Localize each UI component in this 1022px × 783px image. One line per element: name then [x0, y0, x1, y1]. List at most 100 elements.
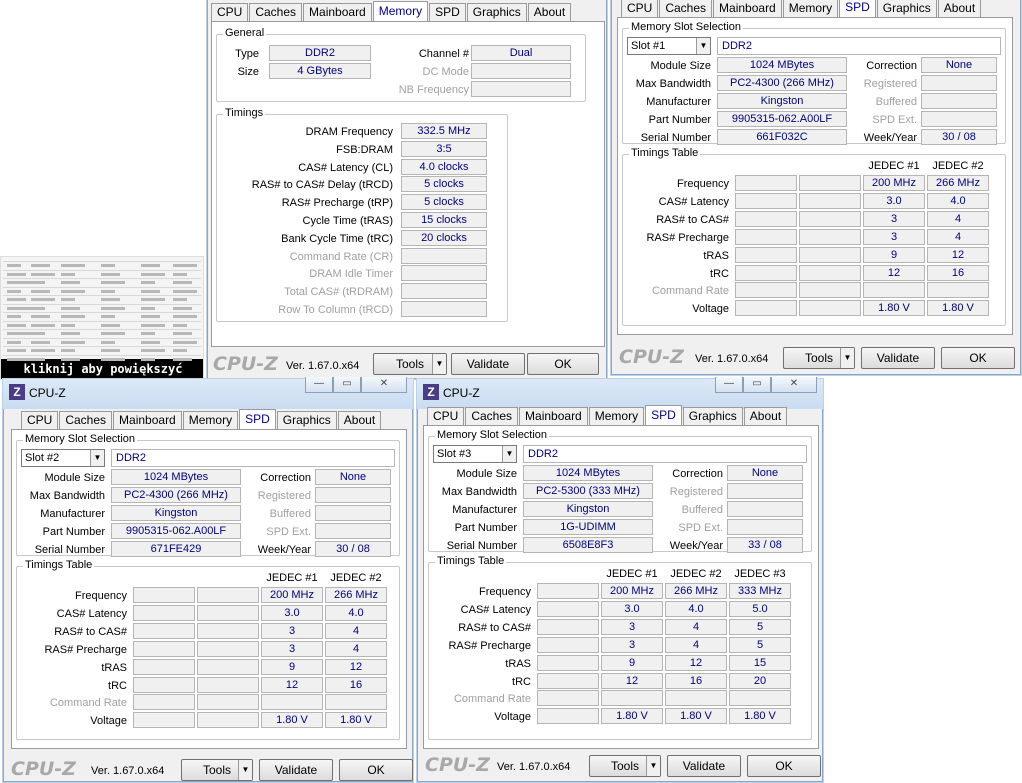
- module-size-label: Module Size: [456, 468, 517, 480]
- tab-graphics[interactable]: Graphics: [466, 3, 527, 21]
- tools-button[interactable]: Tools ▼: [783, 347, 855, 369]
- tab-spd[interactable]: SPD: [429, 3, 466, 21]
- tab-mainboard[interactable]: Mainboard: [519, 407, 588, 425]
- chevron-down-icon[interactable]: ▼: [90, 450, 104, 466]
- timing-value: 4.0 clocks: [401, 158, 487, 175]
- thumbnail-caption[interactable]: kliknij aby powiększyć: [1, 359, 203, 379]
- ok-button[interactable]: OK: [747, 755, 821, 777]
- timing-cell: 1.80 V: [729, 708, 791, 725]
- registered-label: Registered: [257, 490, 311, 502]
- part-number-label: Part Number: [42, 526, 105, 538]
- thumbnail-cell: [31, 315, 50, 318]
- tab-cpu[interactable]: CPU: [427, 407, 465, 425]
- timing-cell: 5: [729, 618, 791, 635]
- tab-caches[interactable]: Caches: [59, 411, 113, 429]
- tools-button[interactable]: Tools ▼: [373, 353, 447, 375]
- chevron-down-icon[interactable]: ▼: [696, 38, 710, 54]
- minimize-button[interactable]: —: [305, 377, 333, 393]
- thumbnail-cell: [141, 357, 155, 361]
- buffered-value: [315, 505, 391, 521]
- slot-select[interactable]: Slot #3 ▼: [433, 445, 517, 463]
- minimize-button[interactable]: —: [715, 377, 743, 393]
- thumbnail-cell: [101, 298, 120, 301]
- tab-about[interactable]: About: [527, 3, 572, 21]
- timing-cell-empty: [537, 618, 599, 635]
- thumbnail-cell: [7, 340, 21, 344]
- timing-cell: 9: [601, 654, 663, 671]
- tab-spd[interactable]: SPD: [239, 409, 276, 429]
- ok-button[interactable]: OK: [941, 347, 1015, 369]
- tab-memory[interactable]: Memory: [782, 0, 839, 17]
- tab-caches[interactable]: Caches: [659, 0, 713, 17]
- registered-label: Registered: [669, 486, 723, 498]
- chevron-down-icon[interactable]: ▼: [646, 756, 660, 776]
- timing-row-label: Frequency: [677, 178, 729, 190]
- tools-button[interactable]: Tools ▼: [181, 759, 253, 781]
- chevron-down-icon[interactable]: ▼: [840, 348, 854, 368]
- validate-button[interactable]: Validate: [667, 755, 741, 777]
- module-size-label: Module Size: [44, 472, 105, 484]
- thumbnail-preview[interactable]: kliknij aby powiększyć: [0, 256, 204, 380]
- close-button[interactable]: ✕: [361, 377, 407, 393]
- thumbnail-row-line: [3, 295, 201, 296]
- jedec-header: JEDEC #2: [932, 160, 984, 172]
- general-group: General Type DDR2 Channel # Dual Size 4 …: [216, 27, 586, 102]
- spd-panel: Memory Slot Selection Slot #1 ▼ DDR2 Module …: [617, 17, 1013, 335]
- tab-spd[interactable]: SPD: [839, 0, 876, 17]
- slot-select[interactable]: Slot #1 ▼: [627, 37, 711, 55]
- timing-value: 5 clocks: [401, 194, 487, 211]
- tab-graphics[interactable]: Graphics: [276, 411, 337, 429]
- tools-label: Tools: [804, 351, 833, 365]
- timing-cell: [325, 694, 387, 711]
- tab-caches[interactable]: Caches: [249, 3, 303, 21]
- close-button[interactable]: ✕: [771, 377, 817, 393]
- validate-button[interactable]: Validate: [861, 347, 935, 369]
- ok-button[interactable]: OK: [527, 353, 599, 375]
- tab-about[interactable]: About: [743, 407, 788, 425]
- slot-select[interactable]: Slot #2 ▼: [21, 449, 105, 467]
- timings-table-group: Timings Table JEDEC #1 JEDEC #2 Frequency 20…: [622, 147, 1006, 326]
- timings-table-group: Timings Table JEDEC #1 JEDEC #2 JEDEC #3 Fre…: [428, 555, 812, 740]
- tab-about[interactable]: About: [337, 411, 382, 429]
- chevron-down-icon[interactable]: ▼: [432, 354, 446, 374]
- chevron-down-icon[interactable]: ▼: [502, 446, 516, 462]
- tab-memory[interactable]: Memory: [588, 407, 645, 425]
- chevron-down-icon[interactable]: ▼: [238, 760, 252, 780]
- tab-graphics[interactable]: Graphics: [682, 407, 743, 425]
- tab-mainboard[interactable]: Mainboard: [113, 411, 182, 429]
- maximize-button[interactable]: ▭: [743, 377, 771, 393]
- timing-row-label: CAS# Latency: [460, 603, 531, 616]
- tab-cpu[interactable]: CPU: [21, 411, 59, 429]
- memory-type-value: DDR2: [523, 445, 807, 463]
- tab-mainboard[interactable]: Mainboard: [303, 3, 372, 21]
- part-number-value: 9905315-062.A00LF: [111, 523, 241, 539]
- window-title: CPU-Z: [443, 386, 480, 400]
- timing-row-label: Command Rate: [651, 285, 729, 298]
- tab-mainboard[interactable]: Mainboard: [713, 0, 782, 17]
- timing-cell: 200 MHz: [601, 583, 663, 599]
- tools-label: Tools: [395, 357, 424, 371]
- ok-button[interactable]: OK: [339, 759, 413, 781]
- validate-button[interactable]: Validate: [451, 353, 525, 375]
- validate-button[interactable]: Validate: [259, 759, 333, 781]
- timing-label: DRAM Frequency: [305, 126, 393, 138]
- tab-caches[interactable]: Caches: [465, 407, 519, 425]
- tab-cpu[interactable]: CPU: [621, 0, 659, 17]
- tab-cpu[interactable]: CPU: [211, 3, 249, 21]
- buffered-label: Buffered: [875, 96, 917, 108]
- tools-button[interactable]: Tools ▼: [589, 755, 661, 777]
- buffered-value: [921, 93, 997, 109]
- timing-cell: 3: [863, 210, 925, 227]
- maximize-button[interactable]: ▭: [333, 377, 361, 393]
- correction-value: None: [727, 465, 803, 481]
- tab-spd[interactable]: SPD: [645, 405, 682, 425]
- spd-ext-label: SPD Ext.: [872, 114, 917, 126]
- week-year-value: 33 / 08: [727, 537, 803, 553]
- timing-cell-empty: [799, 264, 861, 281]
- timing-cell-empty: [133, 604, 195, 621]
- tab-memory[interactable]: Memory: [372, 1, 429, 21]
- tab-about[interactable]: About: [937, 0, 982, 17]
- tab-graphics[interactable]: Graphics: [876, 0, 937, 17]
- tab-memory[interactable]: Memory: [182, 411, 239, 429]
- timing-cell-empty: [197, 587, 259, 603]
